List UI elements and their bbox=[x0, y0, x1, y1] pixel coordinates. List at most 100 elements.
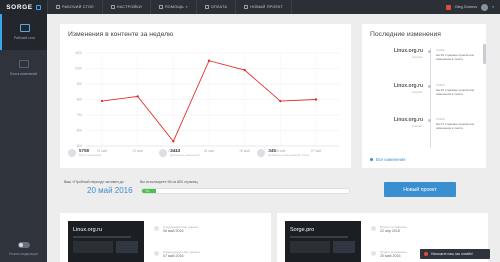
chat-widget-text: Напишите нам, мы онлайн! bbox=[431, 252, 473, 256]
nav-item-new-project[interactable]: НОВЫЙ ПРОЕКТ bbox=[236, 0, 293, 14]
nav-item-payment[interactable]: ОПЛАТА bbox=[197, 0, 237, 14]
help-icon bbox=[158, 5, 163, 9]
all-changes-label: Все изменения bbox=[376, 157, 406, 162]
change-item[interactable]: Linux.org.ru Контакт 5 Май На 29 страниц… bbox=[370, 83, 482, 107]
thumbnail-block bbox=[333, 241, 355, 253]
moderation-toggle-group: Режим модерации bbox=[0, 242, 47, 256]
payment-icon bbox=[204, 5, 209, 9]
scrollbar[interactable] bbox=[483, 44, 486, 64]
card-row: Проект остановлен 22 апр 2016 bbox=[371, 225, 407, 233]
change-section: Контакт bbox=[412, 55, 423, 59]
trial-band: Ваш «Пробный период» активен до 20 май 2… bbox=[60, 176, 486, 204]
change-date: 5 Май bbox=[436, 117, 445, 121]
stat-label: Всего изменений bbox=[79, 153, 102, 157]
chevron-down-icon: ▾ bbox=[185, 5, 188, 9]
trial-label: Ваш «Пробный период» активен до bbox=[64, 180, 124, 184]
clock-icon bbox=[154, 225, 159, 231]
thumbnail-title: Sorge.pro bbox=[290, 227, 315, 233]
change-site: Linux.org.ru bbox=[393, 117, 423, 123]
nav-item-label: ОПЛАТА bbox=[210, 5, 228, 9]
timeline-dot bbox=[428, 119, 431, 122]
nav-item-label: НОВЫЙ ПРОЕКТ bbox=[250, 5, 284, 9]
data-point bbox=[243, 68, 246, 72]
stats-row: 5758 Всего изменений 3413 Добавлено изме… bbox=[68, 148, 309, 157]
thumbnail-block bbox=[73, 241, 113, 253]
card-row: Предыдущий сбор данных 07 май 2016 bbox=[154, 250, 200, 258]
nav-item-desktop[interactable]: РАБОЧИЙ СТОЛ bbox=[47, 0, 103, 14]
change-date: 5 Май bbox=[436, 48, 445, 52]
all-changes-link[interactable]: Все изменения bbox=[370, 157, 405, 162]
stat-label: Добавлено информаций текста bbox=[268, 153, 310, 157]
recent-changes-title: Последние изменения bbox=[370, 31, 441, 38]
stat-label: Добавлено изменений bbox=[170, 153, 200, 157]
change-item[interactable]: Linux.org.ru Контакт 5 Май На 27 страниц… bbox=[370, 117, 482, 141]
change-section: Контакт bbox=[412, 124, 423, 128]
avatar[interactable] bbox=[481, 3, 489, 11]
data-point bbox=[314, 98, 318, 101]
data-point bbox=[207, 59, 211, 62]
card-row: Следующий сбор данных 06 май 2016 bbox=[154, 225, 198, 233]
chat-widget[interactable]: Напишите нам, мы онлайн! bbox=[420, 249, 490, 259]
text-changes-icon bbox=[257, 149, 266, 157]
trial-end-date: 20 май 2016 bbox=[87, 186, 133, 195]
nav-item-label: РАБОЧИЙ СТОЛ bbox=[62, 5, 94, 9]
nav-item-help[interactable]: ПОМОЩЬ ▾ bbox=[151, 0, 197, 14]
data-point bbox=[172, 140, 175, 143]
project-thumbnail[interactable]: Linux.org.ru bbox=[68, 221, 144, 262]
stat-text: 345 Добавлено информаций текста bbox=[257, 148, 309, 157]
chevron-down-icon[interactable]: ▾ bbox=[492, 5, 494, 9]
logo[interactable]: SORGE bbox=[0, 0, 47, 14]
weekly-changes-panel: Изменения в контенте за неделю 1100 1000 9… bbox=[60, 24, 351, 168]
quota-progress-bar bbox=[141, 188, 350, 194]
change-text: На 29 странице произошли изменения в тек… bbox=[436, 88, 475, 96]
y-tick-label: 600 bbox=[77, 129, 83, 133]
stat-added: 3413 Добавлено изменений bbox=[159, 148, 199, 157]
moderation-toggle[interactable] bbox=[17, 242, 30, 248]
new-project-button[interactable]: Новый проект bbox=[384, 182, 456, 197]
project-card[interactable]: Linux.org.ru Следующий сбор данных 06 ма… bbox=[60, 213, 271, 262]
thumbnail-bar bbox=[290, 236, 348, 238]
line-chart: 1100100090080070060050001 май 02 май 03 ма… bbox=[75, 51, 339, 153]
change-text: На 29 странице произошли изменения в тек… bbox=[436, 53, 475, 61]
row-value: 20 май 2016 bbox=[380, 254, 401, 258]
quota-progress-text: 7% bbox=[145, 188, 150, 193]
total-changes-icon bbox=[68, 149, 76, 157]
added-changes-icon bbox=[159, 149, 168, 157]
sidebar-item-label: Поиск изменений bbox=[9, 72, 38, 76]
sidebar-item-label: Рабочий стол bbox=[13, 36, 36, 40]
sidebar-item-desktop[interactable]: Рабочий стол bbox=[0, 14, 47, 50]
recent-changes-panel: Последние изменения Linux.org.ru Контакт… bbox=[362, 24, 486, 168]
y-tick-label: 800 bbox=[77, 98, 83, 102]
nav-item-settings[interactable]: НАСТРОЙКИ bbox=[103, 0, 151, 14]
thumbnail-block bbox=[116, 241, 138, 253]
new-project-icon bbox=[244, 5, 249, 9]
notification-icon[interactable] bbox=[445, 4, 451, 10]
data-point bbox=[100, 99, 104, 103]
nav-item-label: ПОМОЩЬ bbox=[164, 5, 184, 9]
change-item[interactable]: Linux.org.ru Контакт 5 Май На 29 страниц… bbox=[370, 48, 482, 72]
quota-label: Вы используете 56 из 800 страниц bbox=[140, 180, 198, 184]
logo-mark-icon bbox=[35, 4, 41, 10]
timeline-dot bbox=[428, 85, 431, 88]
y-tick-label: 700 bbox=[77, 113, 83, 117]
y-tick-label: 1100 bbox=[75, 51, 82, 55]
main-nav: РАБОЧИЙ СТОЛ НАСТРОЙКИ ПОМОЩЬ ▾ ОПЛАТА Н… bbox=[47, 0, 293, 14]
user-menu[interactable]: Oleg Gromov ▾ bbox=[445, 0, 500, 14]
change-section: Контакт bbox=[412, 90, 423, 94]
card-row: Проект остановлен 20 май 2016 bbox=[371, 250, 407, 258]
pause-icon bbox=[371, 250, 376, 256]
moderation-label: Режим модерации bbox=[9, 252, 38, 256]
thumbnail-bar bbox=[73, 236, 131, 238]
row-value: 07 май 2016 bbox=[163, 254, 184, 258]
project-thumbnail[interactable]: Sorge.pro bbox=[285, 221, 361, 262]
y-tick-label: 1000 bbox=[75, 67, 82, 71]
list-icon bbox=[18, 60, 29, 68]
timeline-dot bbox=[428, 50, 431, 53]
change-date: 5 Май bbox=[436, 83, 445, 87]
y-tick-label: 900 bbox=[77, 82, 83, 86]
sidebar-item-search-changes[interactable]: Поиск изменений bbox=[0, 50, 47, 86]
thumbnail-title: Linux.org.ru bbox=[73, 227, 103, 233]
thumbnail-block bbox=[290, 241, 330, 253]
row-value: 06 май 2016 bbox=[163, 229, 184, 233]
bullet-icon bbox=[370, 158, 373, 161]
